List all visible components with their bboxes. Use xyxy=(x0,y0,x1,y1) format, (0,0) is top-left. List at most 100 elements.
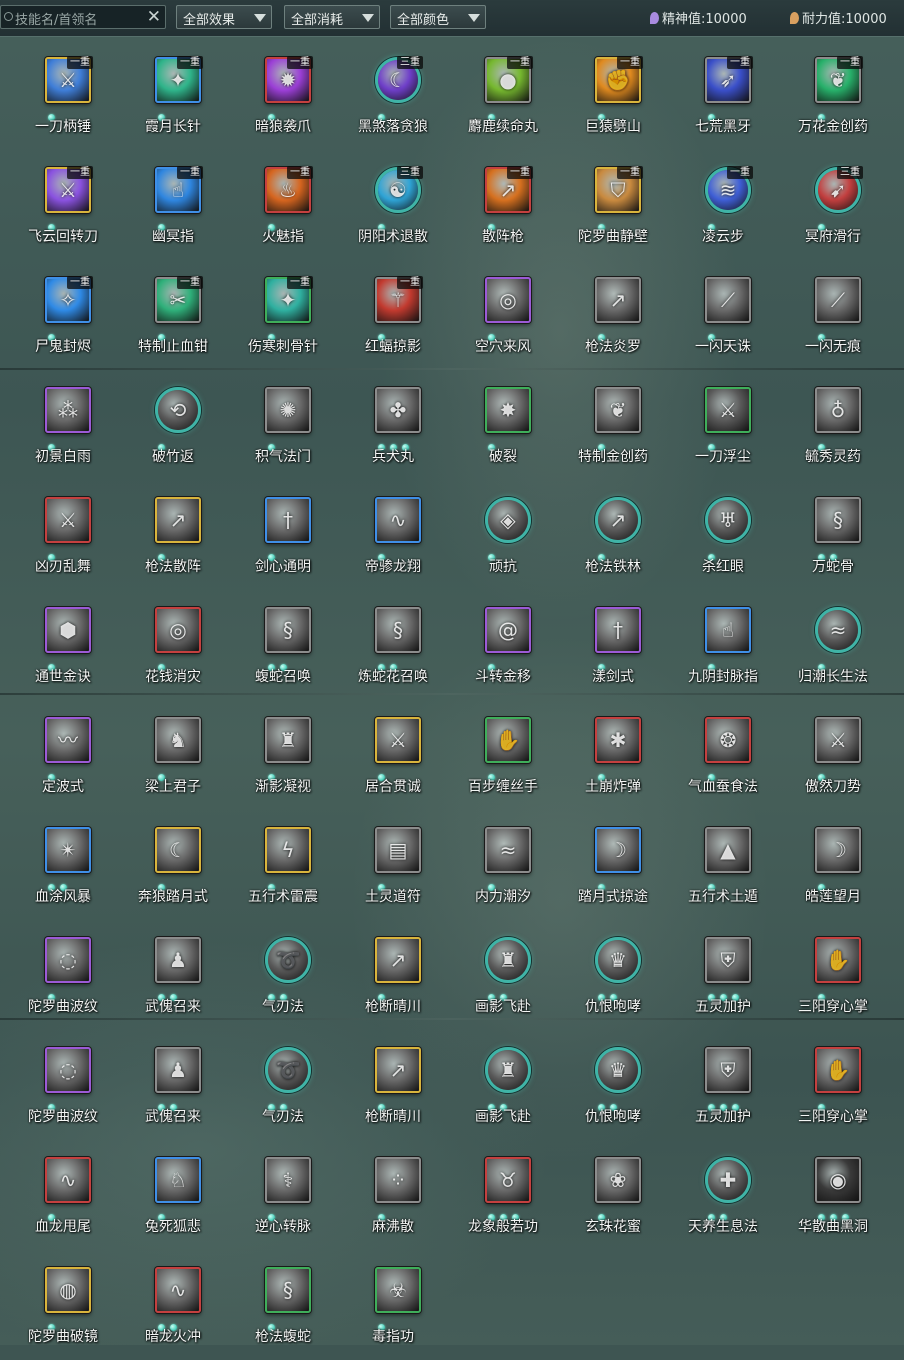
skill-card[interactable]: ≈ 归潮长生法 xyxy=(778,590,888,700)
skill-icon-frame[interactable]: ✴ xyxy=(45,827,91,873)
skill-card[interactable]: ⬢ 通世金诀 xyxy=(8,590,118,700)
skill-card[interactable]: ⚚ 一重 红蝠掠影 xyxy=(338,260,448,370)
skill-icon-frame[interactable]: ➰ xyxy=(265,937,311,983)
skill-card[interactable]: ✋ 三阳穿心掌 xyxy=(778,920,888,1030)
skill-card[interactable]: 〰定波式 xyxy=(8,700,118,810)
skill-card[interactable]: ↗ 一重 散阵枪 xyxy=(448,150,558,260)
skill-card[interactable]: ↗ 枪法炎罗 xyxy=(558,260,668,370)
skill-card[interactable]: § 枪法蝮蛇 xyxy=(228,1250,338,1360)
skill-icon-frame[interactable]: ✱ xyxy=(595,717,641,763)
skill-icon-frame[interactable]: ✤ xyxy=(375,387,421,433)
skill-icon-frame[interactable]: ✋ xyxy=(815,937,861,983)
skill-card[interactable]: ✧ 一重 尸鬼封烬 xyxy=(8,260,118,370)
skill-icon-frame[interactable]: ⚔ xyxy=(815,717,861,763)
skill-icon-frame[interactable]: ↗ xyxy=(375,937,421,983)
skill-card[interactable]: @ 斗转金移 xyxy=(448,590,558,700)
skill-card[interactable]: ✚ 天养生息法 xyxy=(668,1140,778,1250)
skill-card[interactable]: ✴ 血涂风暴 xyxy=(8,810,118,920)
skill-icon-frame[interactable]: ✸ xyxy=(485,387,531,433)
skill-card[interactable]: ➹ 三重 冥府滑行 xyxy=(778,150,888,260)
skill-card[interactable]: ◎ 空穴来风 xyxy=(448,260,558,370)
skill-card[interactable]: ≋ 一重 凌云步 xyxy=(668,150,778,260)
skill-icon-frame[interactable]: ≈ xyxy=(485,827,531,873)
skill-card[interactable]: § 万蛇骨 xyxy=(778,480,888,590)
skill-icon-frame[interactable]: ↗ xyxy=(375,1047,421,1093)
skill-card[interactable]: ⚕ 逆心转脉 xyxy=(228,1140,338,1250)
skill-card[interactable]: ➰ 气刃法 xyxy=(228,1030,338,1140)
skill-icon-frame[interactable]: ⬢ xyxy=(45,607,91,653)
skill-icon-frame[interactable]: ☽ xyxy=(815,827,861,873)
skill-icon-frame[interactable]: ♟ xyxy=(155,937,201,983)
skill-icon-frame[interactable]: ◉ xyxy=(815,1157,861,1203)
skill-card[interactable]: ↗ 枪断晴川 xyxy=(338,920,448,1030)
skill-card[interactable]: ⁂ 初景白雨 xyxy=(8,370,118,480)
skill-card[interactable]: ✋ 百步缠丝手 xyxy=(448,700,558,810)
skill-card[interactable]: ◉ 华散曲黑洞 xyxy=(778,1140,888,1250)
skill-icon-frame[interactable]: ☝ xyxy=(705,607,751,653)
skill-icon-frame[interactable]: ❀ xyxy=(595,1157,641,1203)
clear-icon[interactable]: ✕ xyxy=(147,7,161,27)
skill-icon-frame[interactable]: ◌ xyxy=(45,937,91,983)
skill-icon-frame[interactable]: § xyxy=(375,607,421,653)
skill-icon-frame[interactable]: ▲ xyxy=(705,827,751,873)
skill-card[interactable]: ↗ 枪断晴川 xyxy=(338,1030,448,1140)
skill-card[interactable]: ϟ 五行术雷震 xyxy=(228,810,338,920)
skill-icon-frame[interactable]: ⚕ xyxy=(265,1157,311,1203)
skill-icon-frame[interactable]: ♘ xyxy=(155,1157,201,1203)
skill-icon-frame[interactable]: ◎ xyxy=(485,277,531,323)
skill-card[interactable]: ❀ 玄珠花蜜 xyxy=(558,1140,668,1250)
skill-card[interactable]: ☽ 皓莲望月 xyxy=(778,810,888,920)
skill-card[interactable]: ✊ 一重 巨猿劈山 xyxy=(558,40,668,150)
skill-icon-frame[interactable]: ⛨ xyxy=(705,1047,751,1093)
skill-icon-frame[interactable]: ➰ xyxy=(265,1047,311,1093)
skill-card[interactable]: ⚔ 傲然刀势 xyxy=(778,700,888,810)
skill-icon-frame[interactable]: ▤ xyxy=(375,827,421,873)
skill-card[interactable]: ⚔ 凶刃乱舞 xyxy=(8,480,118,590)
skill-card[interactable]: ⛨ 五灵加护 xyxy=(668,920,778,1030)
skill-icon-frame[interactable]: ⟋ xyxy=(815,277,861,323)
skill-card[interactable]: ⟋ 一闪无痕 xyxy=(778,260,888,370)
skill-icon-frame[interactable]: ✚ xyxy=(705,1157,751,1203)
skill-card[interactable]: ☣ 毒指功 xyxy=(338,1250,448,1360)
skill-card[interactable]: † 漾剑式 xyxy=(558,590,668,700)
skill-icon-frame[interactable]: ♅ xyxy=(705,497,751,543)
skill-card[interactable]: ⚔ 一重 飞云回转刀 xyxy=(8,150,118,260)
skill-card[interactable]: ◍ 陀罗曲破镜 xyxy=(8,1250,118,1360)
skill-card[interactable]: ♁ 毓秀灵药 xyxy=(778,370,888,480)
skill-card[interactable]: ❦ 一重 万花金创药 xyxy=(778,40,888,150)
skill-icon-frame[interactable]: ☽ xyxy=(595,827,641,873)
skill-card[interactable]: ☾ 三重 黑煞落贪狼 xyxy=(338,40,448,150)
skill-card[interactable]: ✱ 土崩炸弹 xyxy=(558,700,668,810)
skill-icon-frame[interactable]: ♛ xyxy=(595,937,641,983)
skill-icon-frame[interactable]: ↗ xyxy=(155,497,201,543)
skill-card[interactable]: ⁘ 麻沸散 xyxy=(338,1140,448,1250)
skill-card[interactable]: ◈ 顽抗 xyxy=(448,480,558,590)
skill-card[interactable]: ◌ 陀罗曲波纹 xyxy=(8,920,118,1030)
skill-card[interactable]: ↗ 枪法散阵 xyxy=(118,480,228,590)
skill-card[interactable]: ✦ 一重 霞月长针 xyxy=(118,40,228,150)
skill-card[interactable]: ≈ 内力潮汐 xyxy=(448,810,558,920)
skill-icon-frame[interactable]: ✺ xyxy=(265,387,311,433)
skill-card[interactable]: ☾ 奔狼踏月式 xyxy=(118,810,228,920)
skill-card[interactable]: ▤ 土灵道符 xyxy=(338,810,448,920)
skill-icon-frame[interactable]: ⟲ xyxy=(155,387,201,433)
skill-card[interactable]: ♘ 兔死狐悲 xyxy=(118,1140,228,1250)
skill-card[interactable]: ☯ 三重 阴阳术退散 xyxy=(338,150,448,260)
skill-icon-frame[interactable]: ϟ xyxy=(265,827,311,873)
skill-card[interactable]: ♅ 杀红眼 xyxy=(668,480,778,590)
color-filter-dropdown[interactable]: 全部颜色 xyxy=(390,5,486,29)
skill-icon-frame[interactable]: ♁ xyxy=(815,387,861,433)
skill-card[interactable]: ♜ 画影飞赴 xyxy=(448,920,558,1030)
skill-card[interactable]: ✤ 兵犬丸 xyxy=(338,370,448,480)
skill-icon-frame[interactable]: § xyxy=(815,497,861,543)
skill-card[interactable]: ⟲ 破竹返 xyxy=(118,370,228,480)
skill-card[interactable]: ♛ 仇恨咆哮 xyxy=(558,920,668,1030)
skill-icon-frame[interactable]: ♛ xyxy=(595,1047,641,1093)
effect-filter-dropdown[interactable]: 全部效果 xyxy=(176,5,272,29)
skill-card[interactable]: † 剑心通明 xyxy=(228,480,338,590)
skill-card[interactable]: ✸ 破裂 xyxy=(448,370,558,480)
skill-card[interactable]: ● 一重 麝鹿续命丸 xyxy=(448,40,558,150)
skill-icon-frame[interactable]: ❦ xyxy=(595,387,641,433)
skill-card[interactable]: ▲ 五行术土遁 xyxy=(668,810,778,920)
skill-icon-frame[interactable]: † xyxy=(595,607,641,653)
